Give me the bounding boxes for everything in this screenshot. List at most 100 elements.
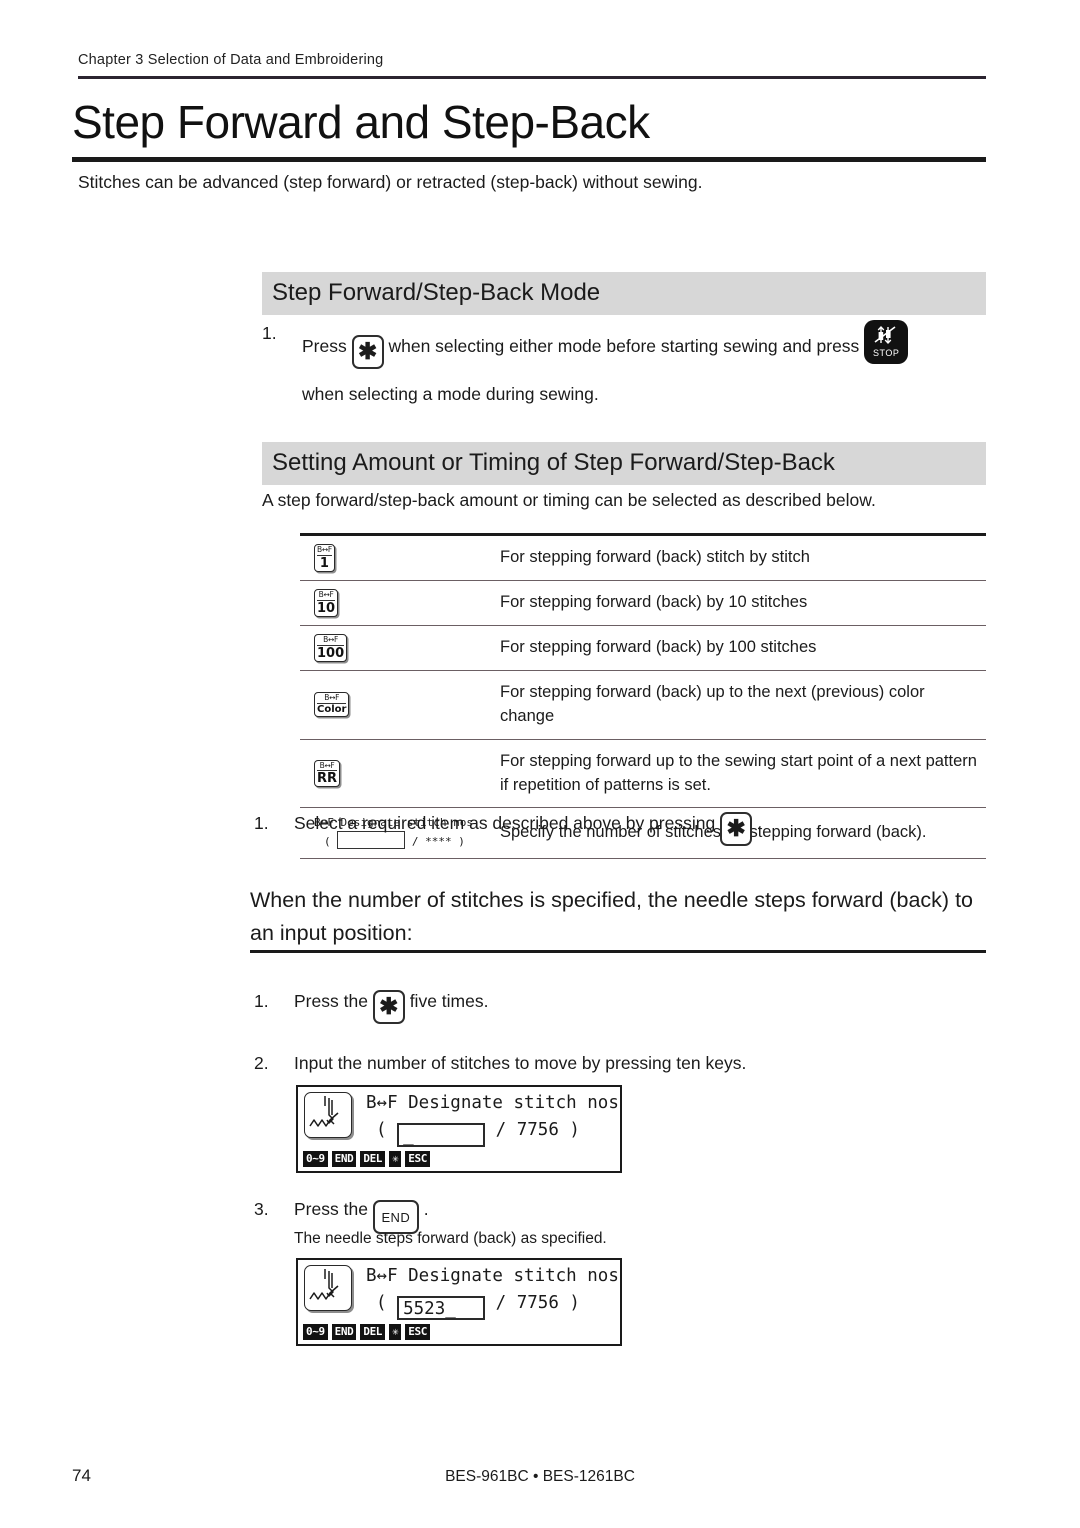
softkey-digits[interactable]: 0~9 — [302, 1324, 329, 1340]
step-text-part2: five times. — [409, 991, 489, 1011]
step-text: Press the ✱ five times. — [294, 988, 986, 1024]
lcd-prefix: ( — [376, 1293, 387, 1313]
step-text-part2: . — [756, 813, 762, 833]
stop-button-icon[interactable]: STOP — [864, 320, 909, 364]
title-rule — [72, 157, 986, 162]
bf-chip-bottom: 1 — [319, 555, 329, 571]
table-row: B↔F 100 For stepping forward (back) by 1… — [300, 625, 986, 671]
stitch-number-input[interactable]: _ — [397, 1123, 486, 1147]
softkey-end[interactable]: END — [330, 1324, 358, 1340]
document-page: Chapter 3 Selection of Data and Embroide… — [0, 0, 1080, 1528]
lcd-softkey-bar: 0~9 END DEL ✳ ESC — [302, 1324, 431, 1340]
table-cell-description: For stepping forward (back) stitch by st… — [500, 533, 986, 581]
lcd-value-row: ( 5523_ / 7756 ) — [376, 1293, 580, 1320]
section-heading-step-mode: Step Forward/Step-Back Mode — [262, 272, 986, 315]
step-text: Press ✱ when selecting either mode befor… — [302, 320, 986, 408]
softkey-del[interactable]: DEL — [359, 1324, 387, 1340]
step-text-part1: Press the — [294, 1199, 368, 1219]
section3-heading-rule — [250, 950, 986, 953]
bf-100-icon[interactable]: B↔F 100 — [314, 634, 348, 662]
bf-1-icon[interactable]: B↔F 1 — [314, 544, 335, 572]
section3-heading: When the number of stitches is specified… — [250, 888, 974, 945]
step-text-part1: Select a required item as described abov… — [294, 813, 716, 833]
bf-chip-bottom: 100 — [317, 645, 345, 661]
softkey-del[interactable]: DEL — [359, 1151, 387, 1167]
section3-step-1: 1. Press the ✱ five times. — [254, 988, 986, 1024]
section3-step-3: 3. Press the END . — [254, 1196, 986, 1234]
running-head: Chapter 3 Selection of Data and Embroide… — [78, 52, 384, 68]
step-text-part2: when selecting either mode before starti… — [388, 336, 860, 356]
end-key-icon[interactable]: END — [372, 1200, 419, 1234]
softkey-asterisk[interactable]: ✳ — [388, 1324, 403, 1340]
lcd-display-filled: B↔F Designate stitch nos ( 5523_ / 7756 … — [296, 1258, 622, 1346]
softkey-digits[interactable]: 0~9 — [302, 1151, 329, 1167]
step-text-part3: when selecting a mode during sewing. — [302, 384, 599, 404]
intro-paragraph: Stitches can be advanced (step forward) … — [78, 172, 703, 192]
lcd-suffix: / 7756 ) — [495, 1120, 580, 1140]
stitch-number-input[interactable]: 5523_ — [397, 1296, 486, 1320]
needle-stop-glyph — [864, 323, 908, 347]
table-row: B↔F 10 For stepping forward (back) by 10… — [300, 580, 986, 626]
running-head-rule — [78, 76, 986, 79]
bf-chip-bottom: Color — [317, 703, 347, 715]
lcd-title: B↔F Designate stitch nos — [366, 1093, 619, 1113]
step-text: Press the END . — [294, 1196, 986, 1234]
lcd-suffix: / 7756 ) — [495, 1293, 580, 1313]
step-number: 1. — [254, 991, 269, 1011]
lcd-display-empty: B↔F Designate stitch nos ( _ / 7756 ) 0~… — [296, 1085, 622, 1173]
table-cell-icon: B↔F 100 — [300, 625, 500, 671]
table-cell-description: For stepping forward (back) by 100 stitc… — [500, 625, 986, 671]
step-text-part2: . — [423, 1199, 429, 1219]
bf-rr-icon[interactable]: B↔F RR — [314, 759, 341, 788]
section3-step-2: 2. Input the number of stitches to move … — [254, 1050, 986, 1077]
footer-model: BES-961BC • BES-1261BC — [445, 1468, 635, 1485]
lcd-prefix: ( — [376, 1120, 387, 1140]
needle-stitch-icon — [304, 1265, 352, 1311]
bf-color-icon[interactable]: B↔F Color — [314, 692, 350, 717]
step-number: 1. — [254, 813, 269, 833]
table-cell-icon: B↔F RR — [300, 739, 500, 809]
asterisk-key-icon[interactable]: ✱ — [372, 990, 405, 1024]
softkey-asterisk[interactable]: ✳ — [388, 1151, 403, 1167]
bf-10-icon[interactable]: B↔F 10 — [314, 589, 339, 617]
table-cell-icon: B↔F Color — [300, 670, 500, 740]
table-cell-description: For stepping forward up to the sewing st… — [500, 739, 986, 809]
table-row: B↔F RR For stepping forward up to the se… — [300, 739, 986, 809]
lcd-value-row: ( _ / 7756 ) — [376, 1120, 580, 1147]
bf-chip-top: B↔F — [317, 694, 347, 704]
bf-chip-bottom: 10 — [317, 600, 336, 616]
step-text: Select a required item as described abov… — [294, 810, 986, 846]
bf-chip-top: B↔F — [317, 762, 338, 772]
table-cell-description: For stepping forward (back) up to the ne… — [500, 670, 986, 740]
bf-chip-top: B↔F — [317, 545, 332, 556]
table-cell-icon: B↔F 10 — [300, 580, 500, 626]
step-text-part1: Press — [302, 336, 347, 356]
page-title: Step Forward and Step-Back — [72, 96, 650, 148]
asterisk-key-icon[interactable]: ✱ — [720, 812, 753, 846]
section2-intro: A step forward/step-back amount or timin… — [262, 490, 876, 510]
step-number: 3. — [254, 1199, 269, 1219]
step-text: Input the number of stitches to move by … — [294, 1053, 747, 1073]
bf-chip-bottom: RR — [317, 771, 338, 787]
bf-chip-top: B↔F — [317, 636, 345, 646]
softkey-end[interactable]: END — [330, 1151, 358, 1167]
section-heading-setting-amount: Setting Amount or Timing of Step Forward… — [262, 442, 986, 485]
softkey-esc[interactable]: ESC — [404, 1151, 431, 1167]
lcd-title: B↔F Designate stitch nos — [366, 1266, 619, 1286]
table-cell-description: For stepping forward (back) by 10 stitch… — [500, 580, 986, 626]
table-cell-icon: B↔F 1 — [300, 533, 500, 581]
step3-caption: The needle steps forward (back) as speci… — [294, 1230, 607, 1247]
step-number: 1. — [262, 323, 277, 343]
bf-chip-top: B↔F — [317, 590, 336, 601]
lcd-softkey-bar: 0~9 END DEL ✳ ESC — [302, 1151, 431, 1167]
table-row: B↔F 1 For stepping forward (back) stitch… — [300, 533, 986, 581]
section1-step-1: 1. Press ✱ when selecting either mode be… — [262, 320, 986, 408]
stop-button-label: STOP — [873, 348, 900, 359]
needle-stitch-icon — [304, 1092, 352, 1138]
step-text-part1: Press the — [294, 991, 368, 1011]
section2-step-1: 1. Select a required item as described a… — [254, 810, 986, 846]
step-number: 2. — [254, 1053, 269, 1073]
table-row: B↔F Color For stepping forward (back) up… — [300, 670, 986, 740]
asterisk-key-icon[interactable]: ✱ — [351, 335, 384, 369]
softkey-esc[interactable]: ESC — [404, 1324, 431, 1340]
